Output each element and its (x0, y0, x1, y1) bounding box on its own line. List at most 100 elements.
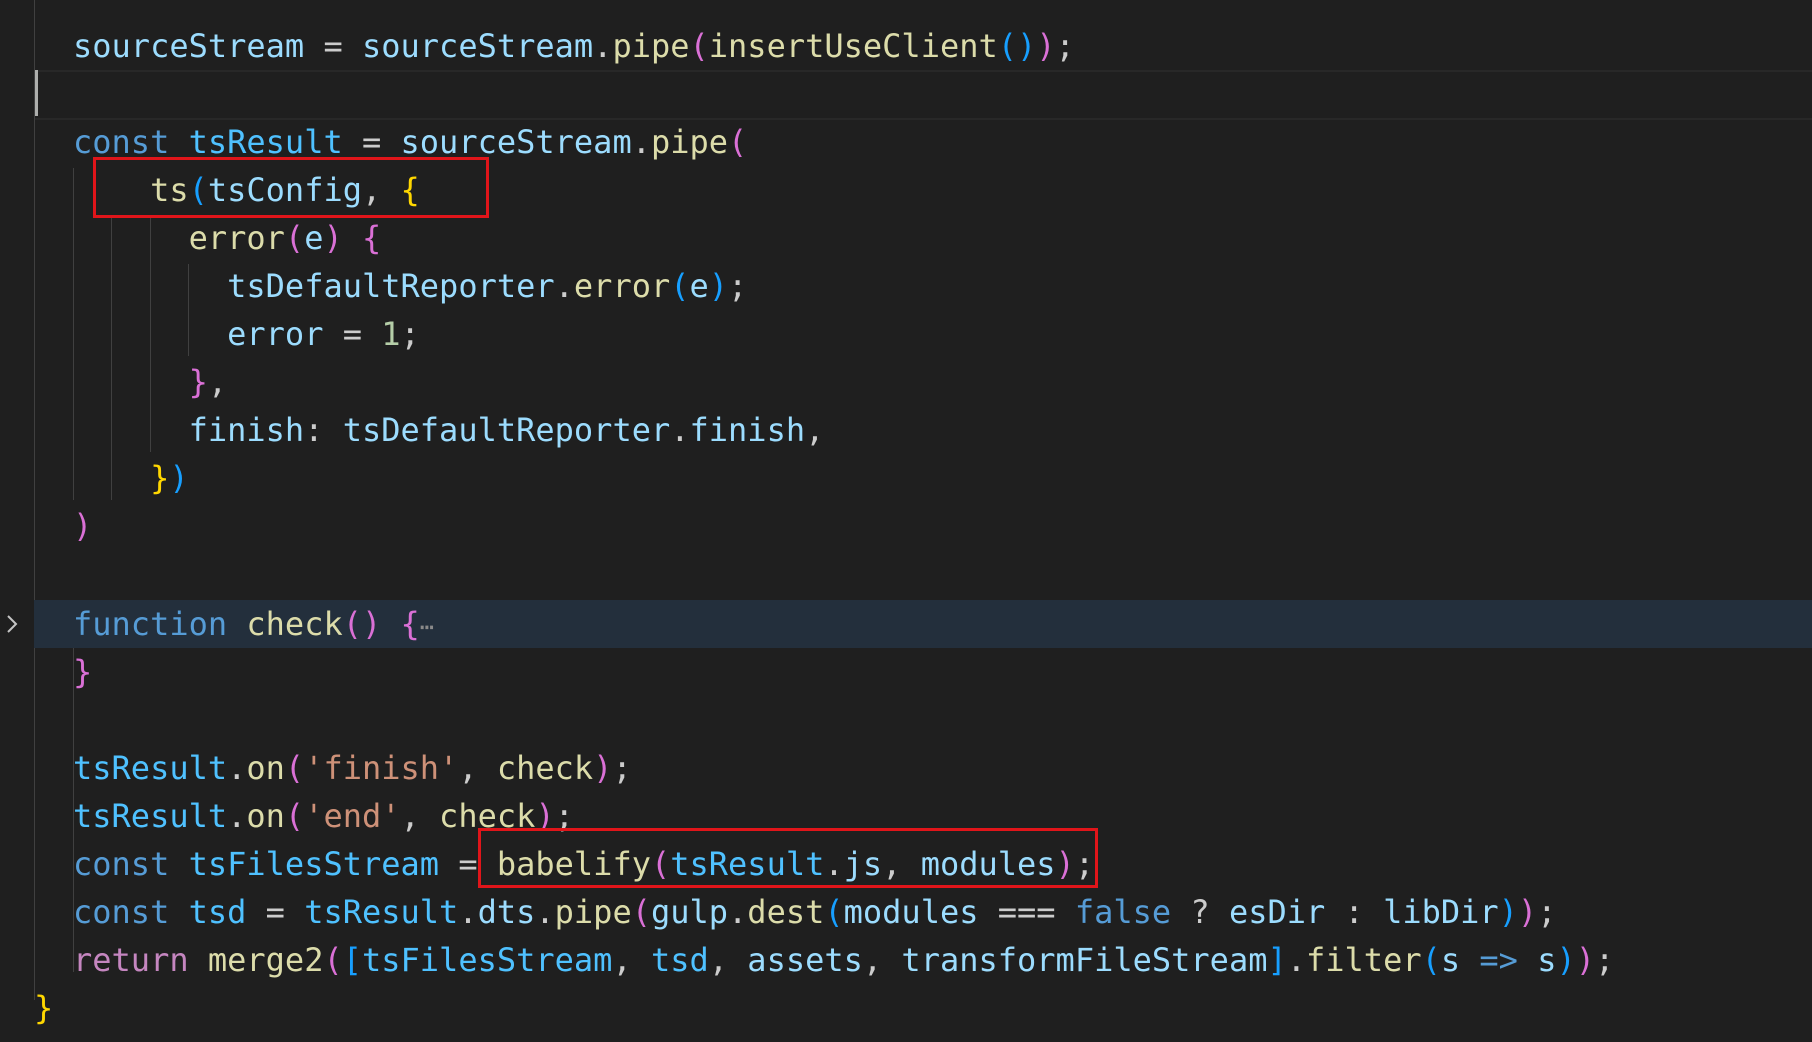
code-token: , (207, 363, 228, 401)
code-token: check (246, 605, 343, 643)
code-token: () (997, 27, 1037, 65)
code-text: }) (73, 454, 189, 502)
code-token: . (554, 267, 574, 305)
code-token: ) (323, 219, 343, 257)
code-text: tsResult.on('finish', check); (73, 744, 632, 792)
code-token: libDir (1383, 893, 1499, 931)
code-line[interactable] (0, 554, 1812, 602)
code-token: pipe (612, 27, 690, 65)
code-token: , (862, 941, 902, 979)
code-token: . (535, 893, 555, 931)
code-line[interactable]: sourceStream = sourceStream.pipe(insertU… (0, 22, 1812, 70)
code-token: . (670, 411, 690, 449)
code-line[interactable]: tsResult.on('finish', check); (0, 744, 1812, 792)
code-line[interactable]: ) (0, 502, 1812, 550)
code-text: } (34, 984, 53, 1032)
code-token: = (323, 315, 382, 353)
code-line[interactable]: }) (0, 454, 1812, 502)
code-token: dest (747, 893, 825, 931)
code-token: . (1286, 941, 1306, 979)
code-text: }, (73, 358, 228, 406)
code-line[interactable]: } (0, 984, 1812, 1032)
folded-ellipsis-icon[interactable]: ⋯ (420, 613, 434, 641)
code-token: } (150, 459, 170, 497)
code-token: e (304, 219, 324, 257)
code-token: error (573, 267, 671, 305)
code-token: on (246, 749, 285, 787)
code-token: tsResult (73, 797, 228, 835)
code-line[interactable]: error = 1; (0, 310, 1812, 358)
code-token: s (1440, 941, 1461, 979)
code-token: = (342, 123, 401, 161)
code-token: ? (1171, 893, 1229, 931)
code-token: . (227, 749, 247, 787)
code-token: check (496, 749, 594, 787)
code-token: ) (708, 267, 729, 305)
code-line[interactable] (0, 70, 1812, 118)
code-token: filter (1306, 941, 1422, 979)
code-token: transformFileStream (901, 941, 1268, 979)
code-token: : (1325, 893, 1384, 931)
code-token: , (458, 749, 497, 787)
code-line[interactable]: finish: tsDefaultReporter.finish, (0, 406, 1812, 454)
code-token: error (188, 219, 285, 257)
code-text: error(e) { (73, 214, 382, 262)
code-token: ) (1036, 27, 1056, 65)
code-line[interactable]: const tsd = tsResult.dts.pipe(gulp.dest(… (0, 888, 1812, 936)
code-token: gulp (650, 893, 729, 931)
code-text: const tsd = tsResult.dts.pipe(gulp.dest(… (73, 888, 1556, 936)
code-token: tsResult (73, 749, 228, 787)
code-token: pipe (554, 893, 632, 931)
code-token: s (1537, 941, 1557, 979)
code-token: merge2 (207, 941, 324, 979)
code-line[interactable]: }, (0, 358, 1812, 406)
code-token: , (400, 797, 440, 835)
code-text: error = 1; (73, 310, 420, 358)
code-line[interactable]: return merge2([tsFilesStream, tsd, asset… (0, 936, 1812, 984)
code-line[interactable]: tsDefaultReporter.error(e); (0, 262, 1812, 310)
code-line[interactable]: error(e) { (0, 214, 1812, 262)
code-token: on (246, 797, 285, 835)
code-token: sourceStream (73, 27, 305, 65)
code-token: 'finish' (304, 749, 459, 787)
code-line[interactable] (0, 700, 1812, 748)
fold-chevron-icon[interactable] (0, 600, 26, 648)
code-token: : (304, 411, 343, 449)
code-token: 'end' (304, 797, 401, 835)
highlight-box-babelify-call (478, 828, 1098, 888)
code-token: ( (284, 797, 305, 835)
code-token: ) (169, 459, 189, 497)
code-token: ) (1556, 941, 1576, 979)
code-token: const (73, 845, 170, 883)
code-token: tsd (650, 941, 709, 979)
code-token: () (342, 605, 382, 643)
code-token: ) (73, 507, 93, 545)
code-editor[interactable]: sourceStream = sourceStream.pipe(insertU… (0, 0, 1812, 1042)
code-token: ( (670, 267, 690, 305)
code-token: . (458, 893, 478, 931)
code-text: finish: tsDefaultReporter.finish, (73, 406, 825, 454)
code-token: = (304, 27, 362, 65)
code-token: tsDefaultReporter (227, 267, 555, 305)
code-token: dts (477, 893, 536, 931)
code-token: . (593, 27, 613, 65)
code-token: const (73, 893, 170, 931)
folded-code-line[interactable]: function check() {⋯ (34, 600, 1812, 648)
code-token: ; (1055, 27, 1075, 65)
code-text: sourceStream = sourceStream.pipe(insertU… (73, 22, 1075, 70)
code-token: sourceStream (400, 123, 632, 161)
code-token: return (73, 941, 189, 979)
code-token: modules (843, 893, 979, 931)
code-line[interactable]: } (0, 648, 1812, 696)
code-token: } (73, 653, 93, 691)
code-token: ( (284, 749, 305, 787)
code-token: , (708, 941, 748, 979)
code-text: } (73, 648, 92, 696)
code-token: sourceStream (361, 27, 594, 65)
code-token: e (689, 267, 709, 305)
